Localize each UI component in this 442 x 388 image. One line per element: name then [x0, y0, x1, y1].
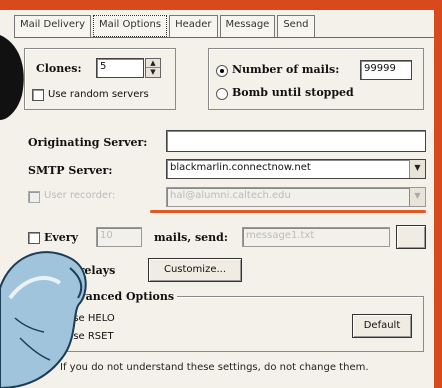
window-frame-top	[0, 0, 442, 10]
user-recorder-label: User recorder:	[44, 190, 116, 201]
customize-button[interactable]: Customize...	[148, 258, 242, 282]
user-recorder-value: hal@alumni.caltech.edu	[170, 190, 291, 201]
tab-panel-border	[14, 37, 434, 38]
user-recorder-select[interactable]: hal@alumni.caltech.edu ▼	[166, 187, 426, 207]
tab-header[interactable]: Header	[169, 15, 218, 37]
browse-button[interactable]	[396, 225, 426, 249]
mail-options-dialog: Mail Delivery Mail Options Header Messag…	[0, 0, 442, 388]
send-file-input[interactable]: message1.txt	[242, 227, 390, 247]
bomb-until-stopped-label: Bomb until stopped	[232, 86, 354, 99]
accent-underline	[150, 210, 426, 213]
window-frame-right	[434, 0, 442, 388]
tab-mail-delivery[interactable]: Mail Delivery	[14, 15, 91, 37]
mails-send-label: mails, send:	[154, 231, 228, 244]
originating-server-input[interactable]	[166, 130, 426, 152]
clones-input[interactable]: 5	[96, 58, 144, 78]
clones-label: Clones:	[36, 62, 82, 75]
smtp-server-value: blackmarlin.connectnow.net	[170, 162, 311, 173]
smtp-server-select[interactable]: blackmarlin.connectnow.net ▼	[166, 159, 426, 179]
dropdown-arrow-icon[interactable]: ▼	[409, 188, 425, 206]
dropdown-arrow-icon[interactable]: ▼	[409, 160, 425, 178]
dark-silhouette-decoration	[0, 35, 24, 120]
number-of-mails-input[interactable]: 99999	[360, 60, 412, 80]
mascot-illustration	[0, 251, 87, 388]
tab-message[interactable]: Message	[219, 15, 276, 37]
tab-strip: Mail Delivery Mail Options Header Messag…	[14, 15, 317, 37]
every-count-input[interactable]: 10	[96, 227, 142, 247]
every-label: Every	[44, 231, 78, 244]
tab-mail-options[interactable]: Mail Options	[93, 15, 168, 37]
tab-send[interactable]: Send	[277, 15, 315, 37]
every-checkbox[interactable]	[28, 232, 40, 244]
user-recorder-checkbox[interactable]	[28, 191, 40, 203]
random-servers-label: Use random servers	[48, 89, 149, 100]
spin-up-icon[interactable]: ▲	[146, 59, 160, 68]
smtp-server-label: SMTP Server:	[28, 164, 113, 177]
number-of-mails-radio[interactable]	[216, 65, 228, 77]
random-servers-checkbox[interactable]	[32, 89, 44, 101]
originating-server-label: Originating Server:	[28, 136, 148, 149]
bomb-until-stopped-radio[interactable]	[216, 88, 228, 100]
number-of-mails-label: Number of mails:	[232, 63, 340, 76]
spin-down-icon[interactable]: ▼	[146, 68, 160, 77]
clones-spinner[interactable]: ▲ ▼	[145, 58, 161, 78]
default-button[interactable]: Default	[352, 314, 412, 338]
